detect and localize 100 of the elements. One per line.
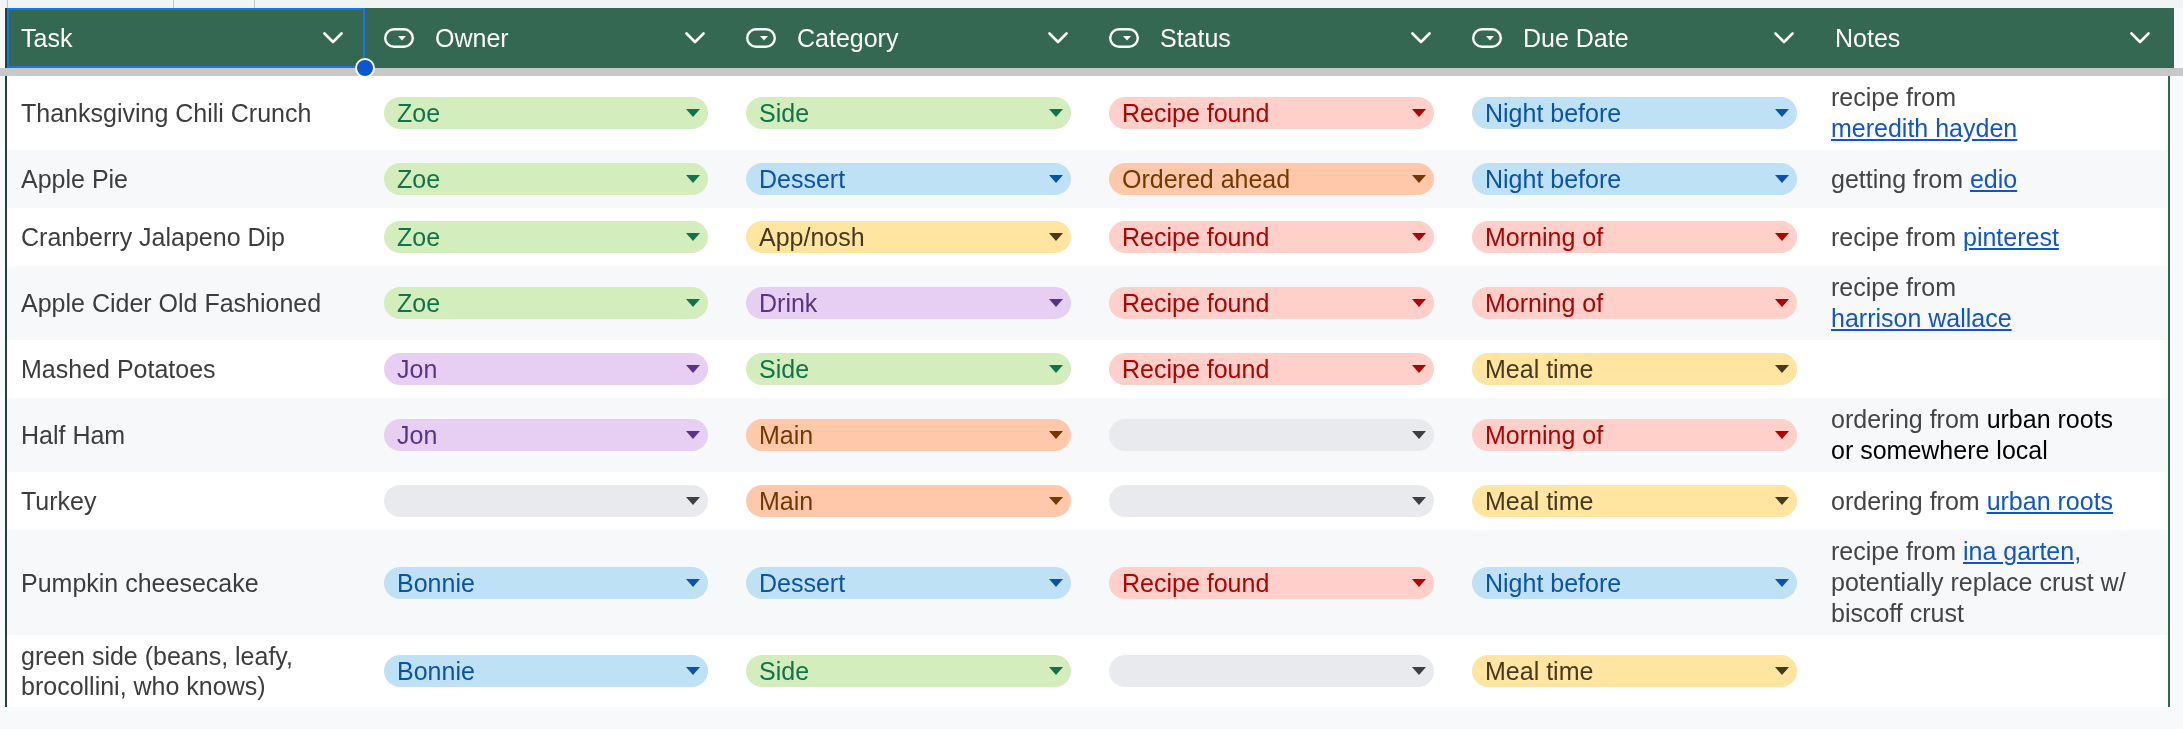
caret-down-icon [1049, 365, 1063, 373]
caret-down-icon [1412, 667, 1426, 675]
dropdown-chip[interactable]: Jon [384, 419, 708, 451]
dropdown-chip[interactable]: App/nosh [746, 221, 1071, 253]
dropdown-chip[interactable]: Morning of [1472, 287, 1797, 319]
caret-down-icon [1412, 578, 1426, 587]
dropdown-chip[interactable]: Dessert [746, 163, 1071, 195]
chevron-down-icon[interactable] [1411, 32, 1431, 44]
chevron-down-icon[interactable] [1048, 32, 1068, 44]
caret-down-icon [1049, 175, 1063, 183]
caret-down-icon [1049, 299, 1063, 307]
notes-cell-text: recipe from meredith hayden [1830, 82, 2019, 144]
dropdown-chip[interactable]: Side [746, 353, 1071, 385]
dropdown-chip[interactable]: Recipe found [1109, 287, 1434, 319]
dropdown-chip[interactable]: Recipe found [1109, 97, 1434, 129]
dropdown-chip[interactable]: Ordered ahead [1109, 163, 1434, 195]
column-header[interactable]: Due Date [1453, 8, 1816, 68]
dropdown-chip[interactable]: Meal time [1472, 655, 1797, 687]
task-cell-text: Turkey [20, 486, 98, 516]
caret-down-icon [1412, 175, 1426, 183]
notes-cell-text: recipe from pinterest [1830, 221, 2060, 253]
caret-down-icon [1775, 578, 1789, 587]
caret-down-icon [1412, 365, 1426, 373]
caret-down-icon [1049, 667, 1063, 675]
column-header[interactable]: Notes [1816, 8, 2172, 68]
caret-down-icon [1049, 109, 1063, 117]
caret-down-icon [686, 365, 700, 373]
dropdown-chip[interactable]: Main [746, 419, 1071, 451]
dropdown-chip[interactable]: Bonnie [384, 655, 708, 687]
task-cell-text: Apple Pie [20, 164, 130, 194]
chevron-down-icon[interactable] [323, 32, 343, 44]
dropdown-pill-icon [1472, 28, 1502, 48]
note-link[interactable]: ina garten, [1963, 537, 2082, 565]
caret-down-icon [1412, 299, 1426, 307]
caret-down-icon [686, 175, 700, 183]
caret-down-icon [686, 109, 700, 117]
caret-down-icon [686, 497, 700, 505]
notes-cell-text: ordering from urban roots or somewhere local [1830, 404, 2115, 466]
caret-down-icon [1412, 233, 1426, 241]
notes-cell-text: recipe from harrison wallace [1830, 272, 2013, 334]
column-header[interactable]: Owner [365, 8, 727, 68]
caret-down-icon [1412, 109, 1426, 117]
dropdown-chip[interactable]: Bonnie [384, 566, 708, 599]
caret-down-icon [1049, 578, 1063, 587]
caret-down-icon [1049, 497, 1063, 505]
note-link[interactable]: edio [1969, 164, 2018, 193]
caret-down-icon [686, 578, 700, 587]
note-link[interactable]: pinterest [1963, 222, 2059, 251]
chevron-down-icon[interactable] [2130, 32, 2150, 44]
caret-down-icon [1775, 299, 1789, 307]
caret-down-icon [686, 667, 700, 675]
dropdown-chip[interactable]: Zoe [384, 97, 708, 129]
dropdown-chip[interactable]: Zoe [384, 221, 708, 253]
caret-down-icon [1775, 233, 1789, 241]
column-header[interactable]: Task [7, 8, 365, 68]
caret-down-icon [1775, 431, 1789, 439]
caret-down-icon [1049, 233, 1063, 241]
task-cell-text: Mashed Potatoes [20, 354, 217, 384]
task-cell-text: Half Ham [20, 420, 127, 450]
caret-down-icon [1775, 497, 1789, 505]
dropdown-chip[interactable]: Main [746, 485, 1071, 517]
dropdown-chip[interactable]: Night before [1472, 97, 1797, 129]
task-cell-text: Pumpkin cheesecake [20, 567, 260, 598]
task-cell-text: Apple Cider Old Fashioned [20, 288, 323, 318]
caret-down-icon [1775, 109, 1789, 117]
dropdown-chip[interactable]: Dessert [746, 566, 1071, 599]
dropdown-chip[interactable]: Meal time [1472, 485, 1797, 517]
dropdown-chip[interactable]: Side [746, 655, 1071, 687]
dropdown-chip[interactable]: Night before [1472, 163, 1797, 195]
dropdown-chip[interactable]: Jon [384, 353, 708, 385]
dropdown-chip[interactable]: Meal time [1472, 353, 1797, 385]
caret-down-icon [686, 431, 700, 439]
dropdown-chip[interactable]: Side [746, 97, 1071, 129]
column-header[interactable]: Category [727, 8, 1090, 68]
chevron-down-icon[interactable] [1774, 32, 1794, 44]
dropdown-chip[interactable]: Zoe [384, 163, 708, 195]
caret-down-icon [1775, 365, 1789, 373]
dropdown-pill-icon [746, 28, 776, 48]
dropdown-chip[interactable]: Recipe found [1109, 353, 1434, 385]
caret-down-icon [1775, 175, 1789, 183]
dropdown-chip[interactable]: Morning of [1472, 419, 1797, 451]
dropdown-chip[interactable]: Night before [1472, 566, 1797, 599]
dropdown-chip[interactable]: Morning of [1472, 221, 1797, 253]
chevron-down-icon[interactable] [685, 32, 705, 44]
task-cell-text: green side (beans, leafy, brocollini, who knows) [20, 641, 294, 701]
task-cell-text: Thanksgiving Chili Crunch [20, 98, 313, 128]
dropdown-chip[interactable]: Drink [746, 287, 1071, 319]
column-header[interactable]: Status [1090, 8, 1453, 68]
notes-cell-text: ordering from urban roots [1830, 485, 2115, 517]
notes-cell-text: recipe from ina garten, potentially replace crust w/ biscoff crust [1830, 536, 2127, 629]
dropdown-chip[interactable]: Zoe [384, 287, 708, 319]
note-link[interactable]: harrison wallace [1831, 304, 2012, 332]
note-link[interactable]: urban roots [1986, 486, 2114, 515]
caret-down-icon [1412, 431, 1426, 439]
dropdown-chip[interactable]: Recipe found [1109, 221, 1434, 253]
caret-down-icon [1049, 431, 1063, 439]
dropdown-pill-icon [1109, 28, 1139, 48]
note-link[interactable]: meredith hayden [1831, 114, 2018, 142]
caret-down-icon [686, 299, 700, 307]
dropdown-chip[interactable]: Recipe found [1109, 566, 1434, 599]
